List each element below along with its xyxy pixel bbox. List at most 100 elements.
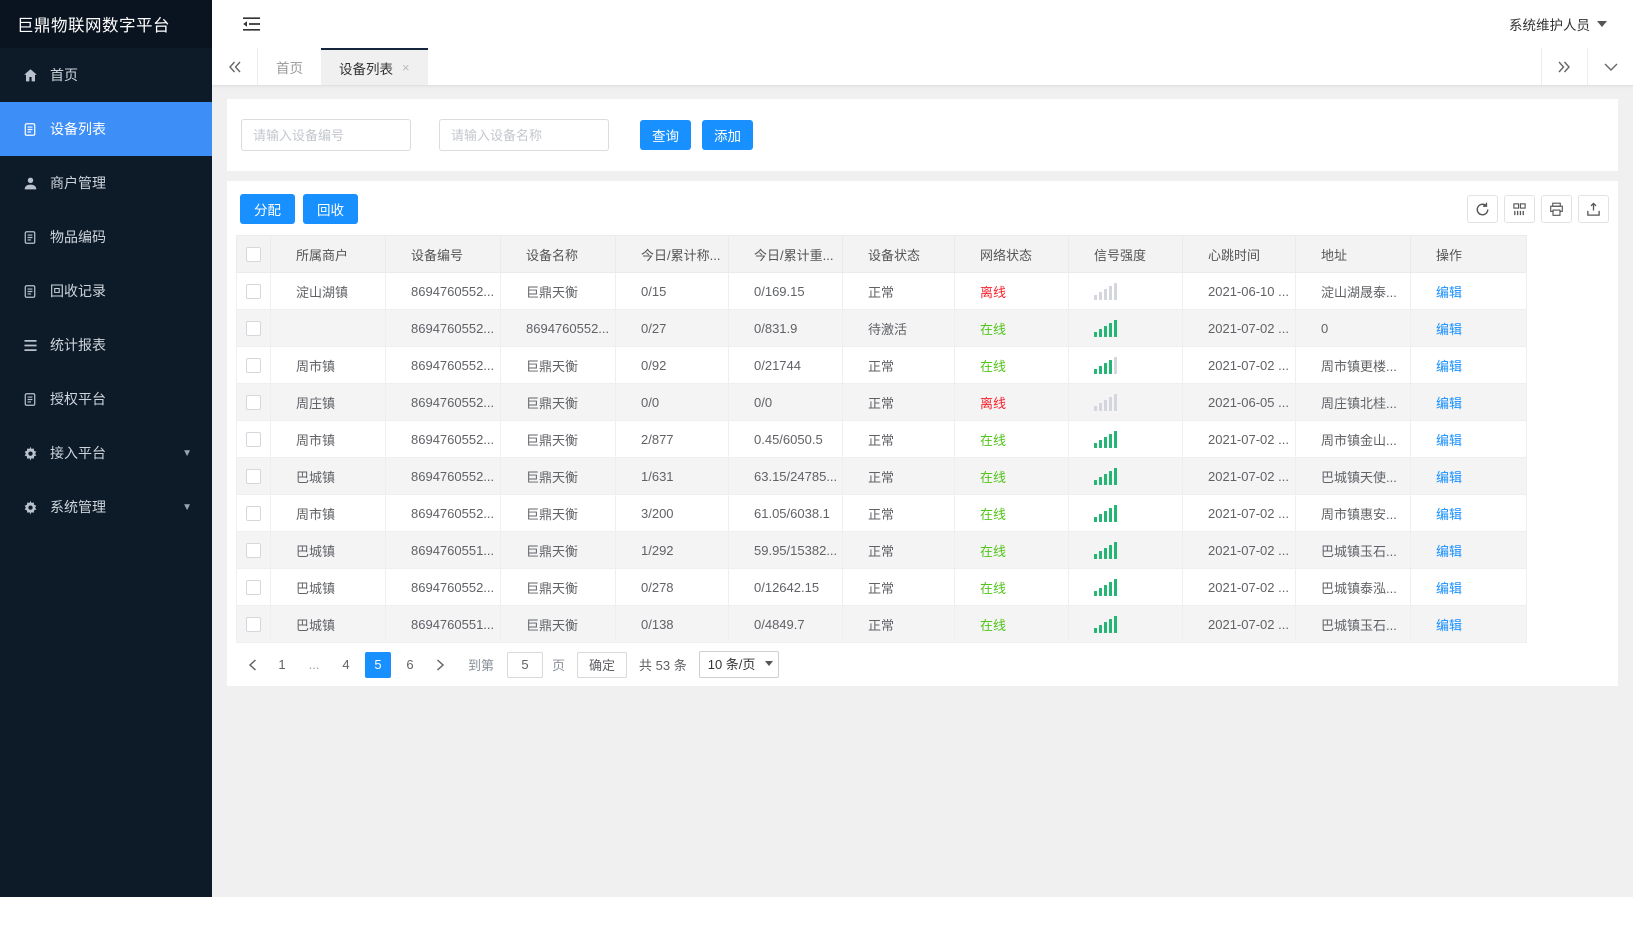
search-panel: 查询 添加 (227, 99, 1618, 171)
row-checkbox[interactable] (246, 284, 261, 300)
cell-device-number: 8694760552... (385, 420, 501, 458)
cell-address: 巴城镇玉石... (1295, 531, 1411, 569)
page-button-5[interactable]: 5 (365, 651, 391, 678)
page-button-4[interactable]: 4 (333, 652, 359, 678)
cell-device-name: 巨鼎天衡 (500, 346, 616, 384)
cell-action: 编辑 (1410, 346, 1527, 384)
edit-link[interactable]: 编辑 (1436, 544, 1462, 559)
tabs-scroll-left-button[interactable] (212, 48, 258, 85)
user-menu[interactable]: 系统维护人员 (1509, 14, 1607, 34)
cell-address: 周庄镇北桂... (1295, 383, 1411, 421)
signal-bars-icon (1094, 319, 1176, 337)
row-checkbox[interactable] (246, 543, 261, 559)
confirm-button[interactable]: 确定 (577, 651, 628, 678)
network-status-badge: 在线 (980, 432, 1007, 448)
cell-device-status: 正常 (842, 272, 955, 310)
cell-signal-strength (1068, 494, 1183, 532)
row-checkbox[interactable] (246, 506, 261, 522)
recycle-button[interactable]: 回收 (303, 194, 358, 224)
sidebar-item-stats-report[interactable]: 统计报表 (0, 318, 212, 372)
cell-today-count: 0/0 (615, 383, 729, 421)
edit-link[interactable]: 编辑 (1436, 618, 1462, 633)
collapse-sidebar-icon[interactable] (242, 16, 261, 32)
edit-link[interactable]: 编辑 (1436, 470, 1462, 485)
row-checkbox[interactable] (246, 432, 261, 448)
tabs-menu-button[interactable] (1587, 48, 1633, 85)
sidebar-item-device-list[interactable]: 设备列表 (0, 102, 212, 156)
doc-icon (20, 392, 40, 407)
printer-icon (1550, 202, 1563, 216)
cell-today-count: 0/15 (615, 272, 729, 310)
chevron-down-icon (1597, 21, 1607, 27)
page-button-6[interactable]: 6 (397, 652, 423, 678)
edit-link[interactable]: 编辑 (1436, 507, 1462, 522)
cell-heartbeat-time: 2021-07-02 ... (1182, 309, 1296, 347)
export-button[interactable] (1578, 195, 1609, 223)
column-header-check (236, 235, 271, 273)
cell-address: 巴城镇玉石... (1295, 605, 1411, 643)
device-name-input[interactable] (439, 119, 609, 151)
query-button[interactable]: 查询 (640, 120, 691, 150)
table-row: 巴城镇 8694760551... 巨鼎天衡 0/138 0/4849.7 正常 在线 202… (236, 605, 1527, 643)
column-settings-button[interactable] (1504, 195, 1535, 223)
row-checkbox[interactable] (246, 617, 261, 633)
tab-label: 首页 (276, 60, 303, 76)
edit-link[interactable]: 编辑 (1436, 581, 1462, 596)
sidebar-item-access-platform[interactable]: 接入平台 ▼ (0, 426, 212, 480)
cell-address: 0 (1295, 309, 1411, 347)
table-row: 巴城镇 8694760552... 巨鼎天衡 0/278 0/12642.15 正常 在线 2… (236, 568, 1527, 606)
sidebar-item-item-code[interactable]: 物品编码 (0, 210, 212, 264)
cell-heartbeat-time: 2021-07-02 ... (1182, 346, 1296, 384)
close-tab-icon[interactable] (402, 61, 410, 74)
page-size-select[interactable]: 10 条/页 (698, 651, 779, 678)
sidebar-item-label: 首页 (50, 67, 78, 83)
sidebar-item-merchant-mgmt[interactable]: 商户管理 (0, 156, 212, 210)
prev-page-button[interactable] (238, 652, 266, 678)
cell-device-number: 8694760552... (385, 383, 501, 421)
sidebar-item-label: 系统管理 (50, 499, 106, 515)
row-checkbox[interactable] (246, 321, 261, 337)
row-checkbox[interactable] (246, 469, 261, 485)
signal-bars-icon (1094, 504, 1176, 522)
edit-link[interactable]: 编辑 (1436, 322, 1462, 337)
sidebar-item-label: 物品编码 (50, 229, 106, 245)
cell-device-number: 8694760552... (385, 457, 501, 495)
edit-link[interactable]: 编辑 (1436, 433, 1462, 448)
sidebar-item-home[interactable]: 首页 (0, 48, 212, 102)
row-checkbox[interactable] (246, 580, 261, 596)
network-status-badge: 在线 (980, 580, 1007, 596)
cell-today-count: 0/27 (615, 309, 729, 347)
tabs-scroll-right-button[interactable] (1541, 48, 1587, 85)
cell-today-count: 2/877 (615, 420, 729, 458)
doc-icon (20, 284, 40, 299)
cell-address: 淀山湖晟泰... (1295, 272, 1411, 310)
select-all-checkbox[interactable] (246, 247, 261, 263)
table-row: 周庄镇 8694760552... 巨鼎天衡 0/0 0/0 正常 离线 2021-06-05… (236, 383, 1527, 421)
edit-link[interactable]: 编辑 (1436, 285, 1462, 300)
next-page-button[interactable] (426, 652, 454, 678)
table-row: 周市镇 8694760552... 巨鼎天衡 2/877 0.45/6050.5 正常 在线… (236, 420, 1527, 458)
device-number-input[interactable] (241, 119, 411, 151)
sidebar-item-auth-platform[interactable]: 授权平台 (0, 372, 212, 426)
sidebar-item-system-mgmt[interactable]: 系统管理 ▼ (0, 480, 212, 534)
sidebar: 巨鼎物联网数字平台 首页 设备列表 商户管理 物品编码 回收记录 统计报表 授权平台 接入平台… (0, 0, 212, 897)
network-status-badge: 在线 (980, 506, 1007, 522)
goto-page-input[interactable] (507, 651, 544, 678)
cell-device-name: 巨鼎天衡 (500, 568, 616, 606)
edit-link[interactable]: 编辑 (1436, 396, 1462, 411)
print-button[interactable] (1541, 195, 1572, 223)
cell-today-weight: 63.15/24785... (728, 457, 843, 495)
tab-device-list[interactable]: 设备列表 (321, 48, 428, 85)
sidebar-item-recycle-records[interactable]: 回收记录 (0, 264, 212, 318)
row-checkbox[interactable] (246, 358, 261, 374)
page-button-1[interactable]: 1 (269, 652, 295, 678)
cell-today-count: 0/92 (615, 346, 729, 384)
add-button[interactable]: 添加 (702, 120, 753, 150)
edit-link[interactable]: 编辑 (1436, 359, 1462, 374)
assign-button[interactable]: 分配 (240, 194, 295, 224)
refresh-button[interactable] (1467, 195, 1498, 223)
cell-signal-strength (1068, 568, 1183, 606)
row-checkbox[interactable] (246, 395, 261, 411)
cell-network-status: 在线 (954, 568, 1069, 606)
tab-home[interactable]: 首页 (258, 48, 321, 85)
